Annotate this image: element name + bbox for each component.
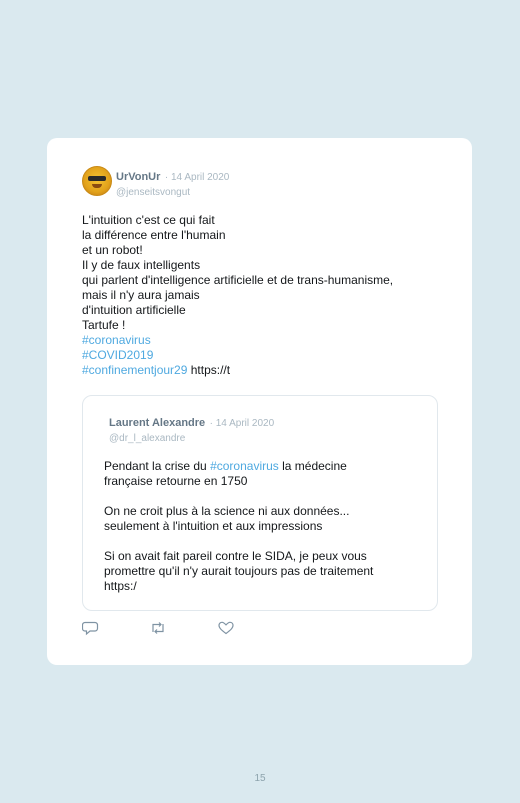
tweet-line: et un robot!	[82, 243, 143, 257]
quoted-tweet[interactable]: Laurent Alexandre · 14 April 2020 @dr_l_…	[82, 395, 438, 611]
quoted-line: seulement à l'intuition et aux impressio…	[104, 519, 323, 533]
page-number: 15	[254, 773, 266, 784]
mouth-icon	[92, 184, 102, 188]
reply-icon[interactable]	[81, 620, 100, 636]
hashtag-link[interactable]: #confinementjour29	[82, 363, 187, 377]
tweet-line: qui parlent d'intelligence artificielle …	[82, 273, 394, 287]
retweet-icon[interactable]	[149, 620, 167, 636]
tweet-line: mais il n'y aura jamais	[82, 288, 200, 302]
tweet-body: L'intuition c'est ce qui fait la différe…	[82, 213, 393, 378]
hashtag-link[interactable]: #coronavirus	[210, 459, 279, 473]
hashtag-link[interactable]: #coronavirus	[82, 333, 151, 347]
author-handle[interactable]: @jenseitsvongut	[116, 187, 229, 198]
quoted-line: Si on avait fait pareil contre le SIDA, …	[104, 549, 367, 563]
author-meta: UrVonUr · 14 April 2020 @jenseitsvongut	[116, 167, 229, 198]
tweet-card: UrVonUr · 14 April 2020 @jenseitsvongut …	[47, 138, 472, 665]
tweet-line: Il y de faux intelligents	[82, 258, 201, 272]
quoted-author-handle[interactable]: @dr_l_alexandre	[109, 433, 274, 444]
tweet-date[interactable]: · 14 April 2020	[165, 172, 230, 183]
quoted-text: Pendant la crise du	[104, 459, 211, 473]
tweet-line: la différence entre l'humain	[82, 228, 226, 242]
tweet-actions	[81, 620, 282, 636]
quoted-tweet-date[interactable]: · 14 April 2020	[210, 418, 275, 429]
like-icon[interactable]	[217, 620, 235, 636]
hashtag-link[interactable]: #COVID2019	[82, 348, 153, 362]
tweet-url[interactable]: https://t	[191, 363, 230, 377]
author-name[interactable]: UrVonUr	[116, 171, 160, 183]
quoted-url[interactable]: https:/	[104, 579, 373, 594]
quoted-author-meta: Laurent Alexandre · 14 April 2020 @dr_l_…	[109, 413, 274, 444]
quoted-line: On ne croit plus à la science ni aux don…	[104, 504, 350, 518]
tweet-line: Tartufe !	[82, 318, 126, 332]
avatar[interactable]	[82, 166, 112, 196]
sunglasses-icon	[88, 176, 106, 181]
quoted-tweet-body: Pendant la crise du #coronavirus la méde…	[104, 459, 373, 594]
quoted-text: la médecine	[278, 459, 347, 473]
quoted-author-name[interactable]: Laurent Alexandre	[109, 417, 205, 429]
tweet-line: L'intuition c'est ce qui fait	[82, 213, 215, 227]
quoted-line: Pendant la crise du #coronavirus la méde…	[104, 459, 373, 474]
quoted-line: française retourne en 1750	[104, 474, 248, 488]
tweet-line: d'intuition artificielle	[82, 303, 186, 317]
quoted-line: promettre qu'il n'y aurait toujours pas …	[104, 564, 374, 578]
